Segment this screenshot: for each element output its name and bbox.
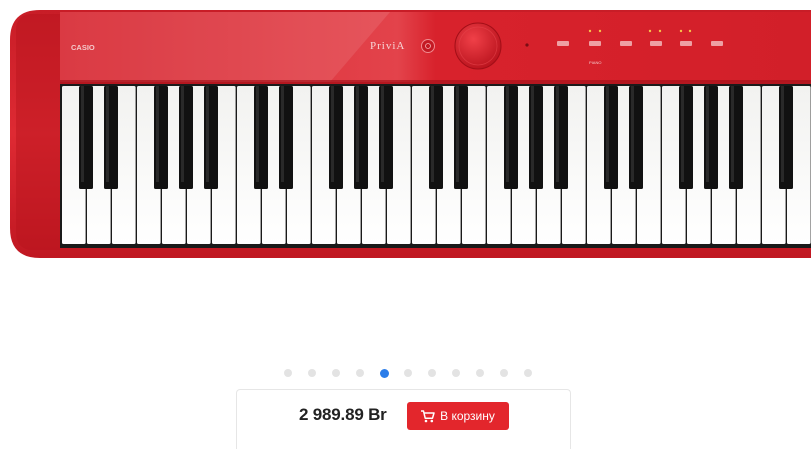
carousel-dot[interactable] [308,369,316,377]
carousel-dot[interactable] [284,369,292,377]
indicator-dot [525,43,529,47]
panel-button [589,41,601,46]
black-keys [79,86,793,189]
panel-button [650,41,662,46]
product-price: 2 989.89 Br [299,405,387,424]
led-indicator [588,29,592,33]
led-indicator [688,29,692,33]
shopping-cart-icon [421,409,435,423]
carousel-dot[interactable] [404,369,412,377]
carousel-dot-active[interactable] [380,369,389,378]
led-indicator [679,29,683,33]
carousel-dot[interactable] [476,369,484,377]
panel-button [680,41,692,46]
piano-illustration: CASIO PriviA PIANO [10,10,811,258]
carousel-dot[interactable] [332,369,340,377]
panel-button [711,41,723,46]
led-indicator [598,29,602,33]
carousel-dot[interactable] [452,369,460,377]
purchase-bar: 2 989.89 Br В корзину [236,389,571,449]
led-indicator [658,29,662,33]
product-image: CASIO PriviA PIANO [0,0,811,270]
panel-button [620,41,632,46]
led-indicator [648,29,652,33]
carousel-dot[interactable] [524,369,532,377]
brand-logo: CASIO [71,43,95,52]
carousel-dot[interactable] [500,369,508,377]
panel-button [557,41,569,46]
carousel-dot[interactable] [428,369,436,377]
add-to-cart-label: В корзину [440,409,495,423]
model-logo: PriviA [370,40,405,52]
power-button [421,39,435,53]
add-to-cart-button[interactable]: В корзину [407,402,509,430]
volume-knob [454,22,502,70]
carousel-dot[interactable] [356,369,364,377]
panel-small-label: PIANO [589,60,601,65]
